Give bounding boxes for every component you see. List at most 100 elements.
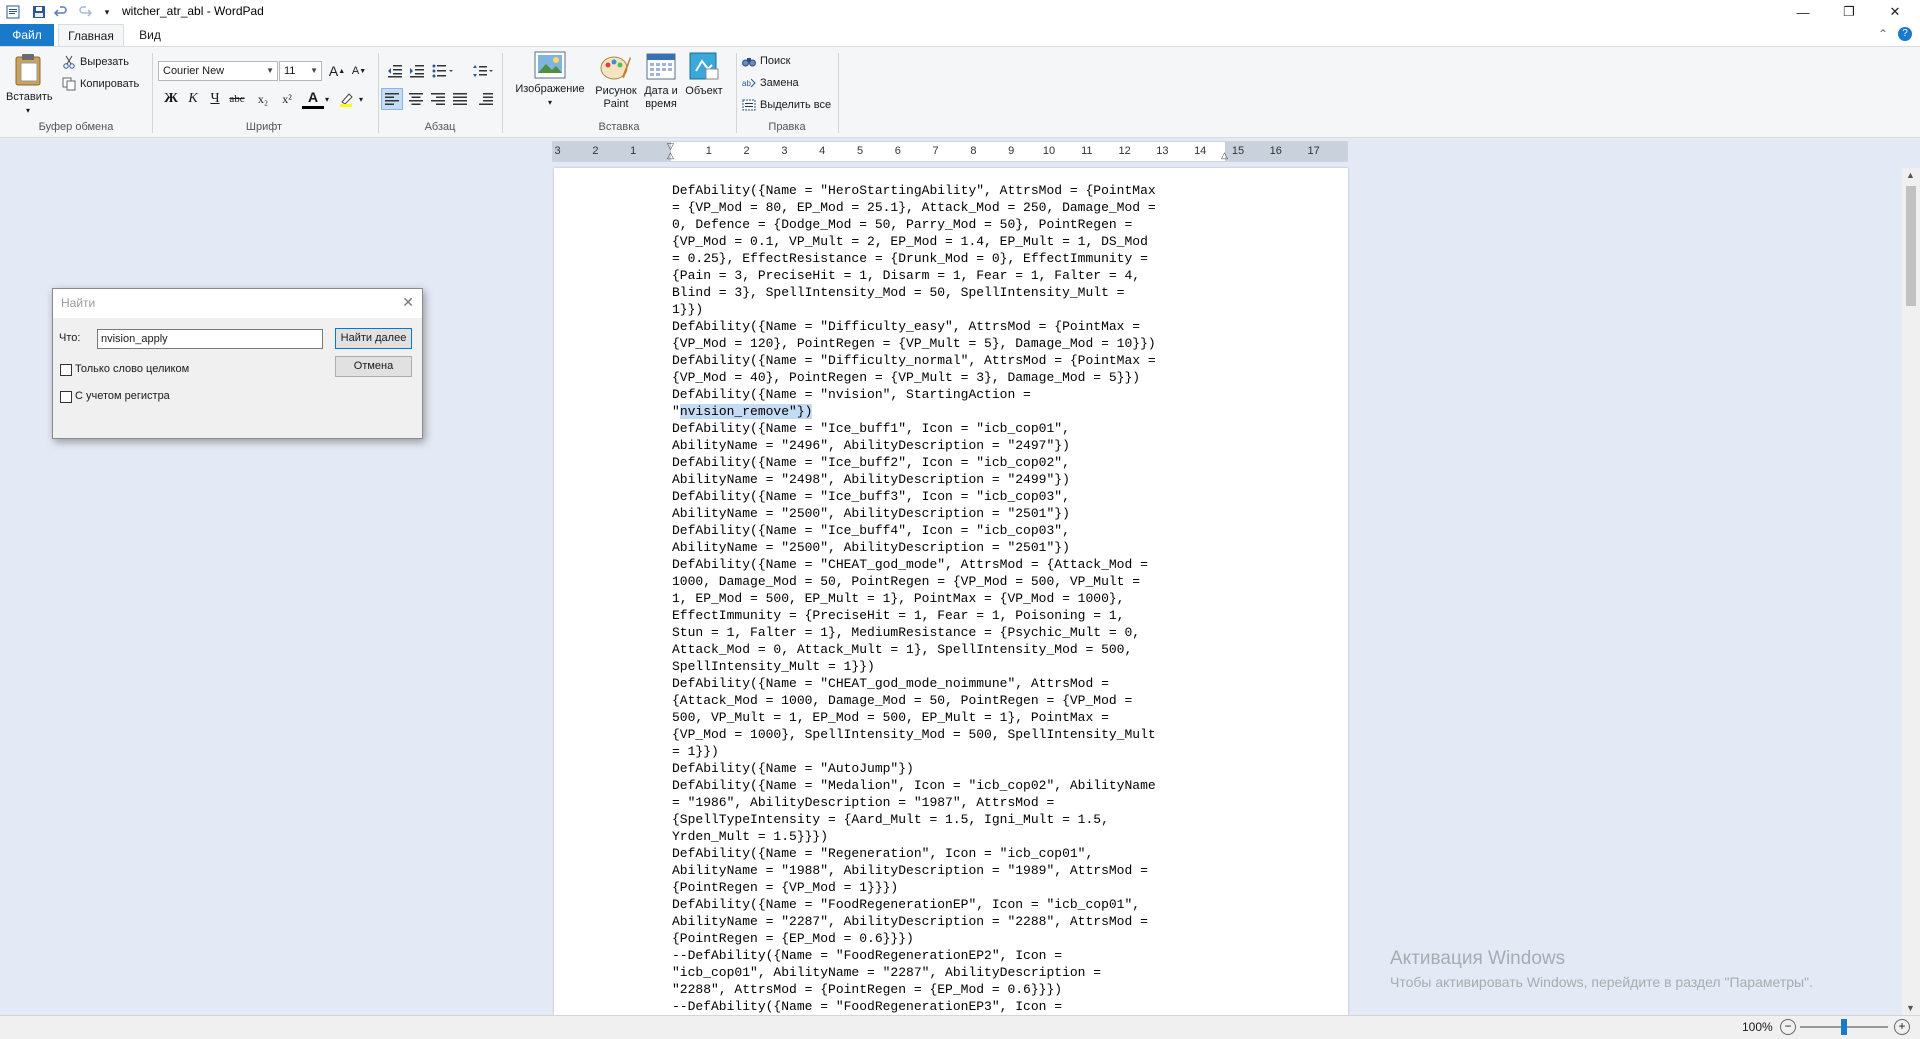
scroll-down-icon[interactable]: ▼ [1906, 1003, 1915, 1013]
document-page[interactable]: DefAbility({Name = "HeroStartingAbility"… [554, 168, 1348, 1015]
scroll-up-icon[interactable]: ▲ [1906, 170, 1915, 180]
tab-file[interactable]: Файл [0, 24, 54, 46]
help-icon[interactable]: ? [1898, 27, 1912, 41]
zoom-percent: 100% [1742, 1020, 1773, 1034]
line-spacing-button[interactable] [470, 60, 496, 82]
font-size-select[interactable]: 11 ▼ [279, 61, 322, 81]
ruler-tick-label: 1 [705, 145, 712, 157]
chevron-down-icon[interactable]: ▾ [322, 88, 332, 110]
paint-label-line2: Paint [603, 98, 629, 110]
scissors-icon [62, 55, 76, 69]
undo-icon[interactable] [52, 3, 70, 21]
find-dialog: Найти ✕ Что: nvision_apply Найти далее О… [52, 288, 423, 439]
select-all-button[interactable]: Выделить все [742, 99, 831, 111]
document-text[interactable]: DefAbility({Name = "HeroStartingAbility"… [672, 182, 1232, 1015]
find-dialog-titlebar[interactable]: Найти ✕ [53, 289, 422, 318]
status-bar: 100% − + [0, 1015, 1920, 1039]
ruler-tick-label: 4 [819, 145, 826, 157]
bullets-button[interactable] [430, 60, 456, 82]
ruler-tick-label: 7 [932, 145, 939, 157]
collapse-ribbon-icon[interactable]: ⌃ [1878, 27, 1888, 41]
paste-dropdown-icon[interactable]: ▾ [6, 104, 50, 117]
font-family-select[interactable]: Courier New ▼ [158, 61, 278, 81]
wordpad-app-icon[interactable] [4, 3, 22, 21]
match-case-checkbox[interactable] [60, 391, 72, 403]
select-all-label: Выделить все [760, 99, 832, 111]
ruler[interactable]: 3 2 1 1 2 3 4 5 6 7 8 9 10 11 12 13 14 15 16 17 ▽ △ △ [552, 141, 1348, 162]
strikethrough-button[interactable]: abc [226, 88, 248, 110]
maximize-button[interactable]: ❐ [1826, 0, 1872, 24]
scrollbar-thumb[interactable] [1906, 186, 1916, 306]
highlight-color-button[interactable] [336, 88, 358, 110]
insert-image-button[interactable]: Изображение ▾ [510, 51, 590, 109]
picture-icon [534, 51, 566, 79]
indent-marker-icon[interactable]: ▽ △ [667, 142, 674, 160]
insert-datetime-button[interactable]: Дата и время [640, 51, 682, 111]
align-right-button[interactable] [427, 88, 449, 110]
subscript-button[interactable]: x₂ [252, 88, 274, 110]
datetime-label-line2: время [645, 98, 677, 110]
redo-icon[interactable] [76, 3, 94, 21]
replace-label: Замена [760, 77, 799, 89]
tab-home[interactable]: Главная [58, 24, 124, 46]
align-left-button[interactable] [381, 88, 403, 110]
match-case-label[interactable]: С учетом регистра [75, 390, 170, 402]
superscript-button[interactable]: x² [276, 88, 298, 110]
italic-button[interactable]: К [182, 88, 204, 110]
highlighter-icon [340, 93, 353, 107]
save-icon[interactable] [30, 3, 48, 21]
zoom-out-button[interactable]: − [1780, 1019, 1796, 1035]
decrease-indent-button[interactable] [384, 60, 406, 82]
cancel-button[interactable]: Отмена [335, 356, 412, 377]
shrink-font-button[interactable]: A ▼ [348, 60, 370, 82]
paragraph-settings-button[interactable] [475, 88, 497, 110]
object-label: Объект [685, 85, 723, 97]
justify-button[interactable] [449, 88, 471, 110]
align-center-button[interactable] [405, 88, 427, 110]
insert-object-button[interactable]: Объект [682, 51, 726, 98]
tab-view[interactable]: Вид [130, 24, 170, 46]
right-indent-marker-icon[interactable]: △ [1221, 150, 1228, 161]
zoom-slider-thumb[interactable] [1841, 1019, 1847, 1035]
bullet-list-icon [432, 64, 453, 78]
svg-text:ab: ab [742, 79, 751, 88]
ruler-tick-label: 3 [781, 145, 788, 157]
line-spacing-icon [473, 65, 493, 77]
ruler-tick-label: 11 [1081, 145, 1093, 157]
increase-indent-button[interactable] [406, 60, 428, 82]
ruler-tick-label: 14 [1194, 145, 1207, 157]
whole-word-label[interactable]: Только слово целиком [75, 363, 189, 375]
font-color-button[interactable]: A [302, 88, 324, 109]
vertical-scrollbar[interactable]: ▲ ▼ [1902, 168, 1920, 1015]
chevron-down-icon[interactable]: ▾ [356, 88, 366, 110]
close-button[interactable]: ✕ [1872, 0, 1918, 24]
paint-drawing-button[interactable]: Рисунок Paint [592, 51, 640, 111]
replace-button[interactable]: ab Замена [742, 77, 799, 89]
selected-text: nvision_remove"}) [679, 404, 813, 419]
zoom-in-button[interactable]: + [1894, 1019, 1910, 1035]
find-next-button[interactable]: Найти далее [335, 328, 412, 349]
copy-button[interactable]: Копировать [62, 77, 139, 91]
ruler-tick-label: 12 [1118, 145, 1131, 157]
zoom-slider[interactable] [1800, 1019, 1888, 1035]
paint-label-line1: Рисунок [595, 85, 637, 97]
ruler-tick-label: 8 [970, 145, 977, 157]
bold-button[interactable]: Ж [160, 88, 182, 110]
cut-button[interactable]: Вырезать [62, 55, 129, 69]
whole-word-checkbox[interactable] [60, 364, 72, 376]
minimize-button[interactable]: — [1780, 0, 1826, 24]
close-icon[interactable]: ✕ [402, 294, 414, 311]
document-text-before: DefAbility({Name = "HeroStartingAbility"… [672, 183, 1156, 419]
underline-button[interactable]: Ч [204, 88, 226, 110]
find-dialog-title: Найти [61, 296, 96, 310]
paste-button[interactable]: Вставить ▾ [6, 53, 53, 117]
editing-group-label: Правка [768, 121, 806, 133]
find-button[interactable]: Поиск [742, 55, 790, 67]
ruler-tick-label: 5 [856, 145, 864, 157]
font-size-value: 11 [284, 65, 296, 77]
ruler-tick-label: 2 [592, 145, 599, 157]
customize-dropdown-icon[interactable]: ▾ [98, 3, 116, 21]
find-what-input[interactable]: nvision_apply [97, 329, 323, 349]
align-right-icon [431, 93, 445, 105]
grow-font-button[interactable]: A ▲ [326, 60, 348, 82]
